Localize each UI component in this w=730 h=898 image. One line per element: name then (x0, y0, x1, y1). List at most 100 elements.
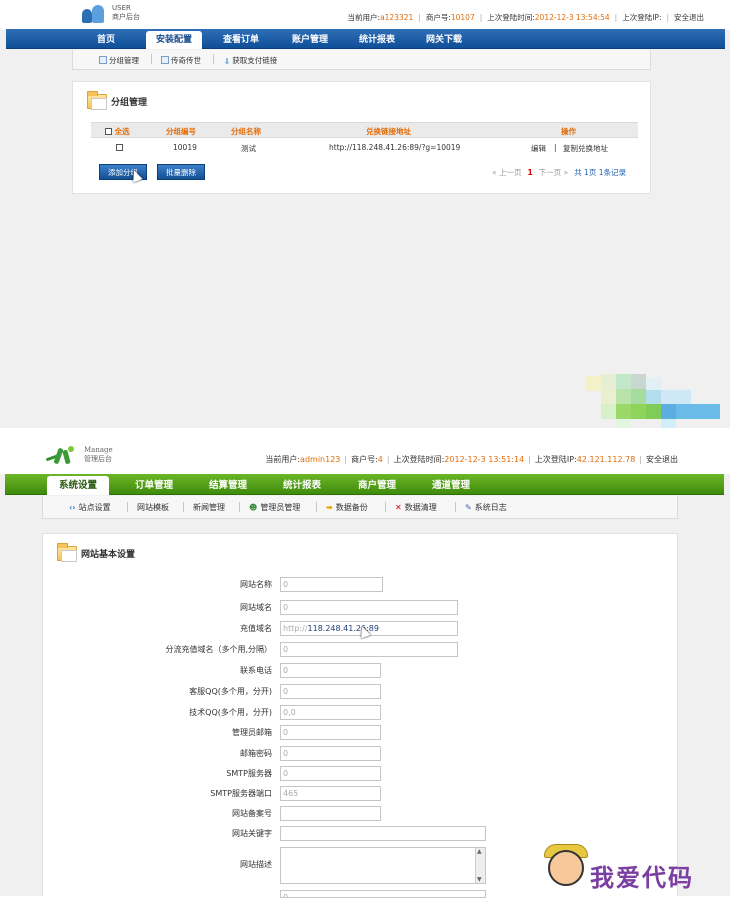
row-copy-url-link[interactable]: 复制兑换地址 (563, 143, 608, 154)
group-management-panel: 分组管理 全选 分组编号 分组名称 兑换链接地址 操作 10019 测试 htt… (72, 81, 651, 194)
subnav-data-backup[interactable]: ➡ 数据备份 (326, 502, 368, 513)
download-arrow-icon: ⇩ (224, 57, 231, 66)
admin-backend-screenshot: Manage 管理后台 当前用户:admin123 | 商户号:4 | 上次登陆时间:2… (0, 438, 730, 898)
table-row: 10019 测试 http://118.248.41.26:89/?g=1001… (91, 140, 638, 156)
merchant-value: 10107 (450, 13, 475, 22)
tab-account-management[interactable]: 账户管理 (279, 31, 341, 49)
keywords-input[interactable] (280, 826, 486, 841)
pager-next[interactable]: 下一页 » (539, 168, 568, 177)
last-login-value: 2012-12-3 13:54:54 (534, 13, 610, 22)
pager-current[interactable]: 1 (527, 168, 532, 177)
subnav-legend[interactable]: 传奇传世 (161, 55, 201, 66)
site-settings-panel: 网站基本设置 网站名称 0 网站域名 0 充值域名 http://118.248… (42, 533, 678, 898)
tab-order-management[interactable]: 订单管理 (123, 476, 185, 495)
merchant-value: 4 (377, 455, 383, 464)
field-label-recharge-domain: 充值域名 (240, 624, 272, 633)
log-icon: ✎ (465, 503, 472, 512)
users-icon: ☻ (249, 503, 258, 512)
tab-view-orders[interactable]: 查看订单 (213, 31, 269, 49)
row-group-name: 测试 (241, 144, 256, 153)
panel-title: 网站基本设置 (81, 550, 136, 560)
panel-title: 分组管理 (111, 98, 148, 108)
last-ip-value: 42.121.112.78 (576, 455, 636, 464)
row-checkbox[interactable] (116, 143, 123, 152)
row-group-id: 10019 (173, 143, 197, 152)
textarea-scrollbar[interactable] (475, 848, 485, 883)
sub-nav: ‹› 站点设置 网站模板 新闻管理 ☻ 管理员管理 ➡ 数据备份 ✕ 数据清理 ✎ 系统日… (42, 496, 678, 519)
site-name-input[interactable]: 0 (280, 577, 383, 592)
field-label-email-password: 邮箱密码 (240, 749, 272, 758)
logout-link[interactable]: 安全退出 (646, 455, 678, 464)
smtp-server-input[interactable]: 0 (280, 766, 381, 781)
row-exchange-url: http://118.248.41.26:89/?g=10019 (329, 143, 461, 152)
tab-install-config[interactable]: 安装配置 (146, 31, 202, 49)
field-label-smtp-port: SMTP服务器端口 (210, 789, 272, 798)
user-value: admin123 (300, 455, 341, 464)
split-domain-input[interactable]: 0 (280, 642, 458, 657)
tab-settlement-management[interactable]: 结算管理 (197, 476, 259, 495)
tech-qq-input[interactable]: 0,0 (280, 705, 381, 720)
tab-channel-management[interactable]: 通道管理 (420, 476, 482, 495)
main-nav: 系统设置 订单管理 结算管理 统计报表 商户管理 通道管理 (5, 474, 724, 495)
user-info-bar: 当前用户:admin123 | 商户号:4 | 上次登陆时间:2012-12-3 13:… (265, 455, 678, 464)
screenshot-divider (0, 428, 730, 438)
batch-delete-button[interactable]: 批量删除 (157, 164, 205, 180)
tab-merchant-management[interactable]: 商户管理 (346, 476, 408, 495)
tab-gateway-download[interactable]: 网关下载 (416, 31, 472, 49)
user-label: 当前用户: (347, 13, 381, 22)
user-value: a123321 (380, 13, 414, 22)
select-all-checkbox[interactable] (105, 128, 112, 135)
select-all[interactable]: 全选 (105, 126, 130, 137)
sub-nav: 分组管理 传奇传世 ⇩ 获取支付链接 (72, 50, 651, 70)
logout-link[interactable]: 安全退出 (674, 13, 704, 22)
subnav-get-payment-link[interactable]: ⇩ 获取支付链接 (224, 55, 277, 66)
runner-logo-icon (45, 446, 78, 466)
row-edit-link[interactable]: 编辑 (531, 143, 546, 154)
field-label-service-qq: 客服QQ(多个用，分开) (189, 687, 272, 696)
subnav-system-log[interactable]: ✎ 系统日志 (465, 502, 507, 513)
merchant-backend-screenshot: USER 商户后台 当前用户:a123321 | 商户号:10107 | 上次登陆时间:… (0, 0, 730, 434)
logo-line1: Manage (84, 446, 113, 454)
site-domain-input[interactable]: 0 (280, 600, 458, 615)
icp-input[interactable] (280, 806, 381, 821)
page-icon (161, 56, 169, 64)
header-group-name: 分组名称 (231, 127, 261, 136)
header-exchange-url: 兑换链接地址 (366, 127, 411, 136)
merchant-label: 商户号: (425, 13, 451, 22)
header-actions: 操作 (561, 127, 576, 136)
folder-icon (87, 91, 107, 110)
subnav-site-settings[interactable]: ‹› 站点设置 (69, 502, 111, 513)
subnav-templates[interactable]: 网站模板 (137, 502, 169, 513)
field-label-description: 网站描述 (240, 860, 272, 869)
last-login-label: 上次登陆时间: (393, 455, 445, 464)
subnav-news[interactable]: 新闻管理 (193, 502, 225, 513)
field-label-tech-qq: 技术QQ(多个用，分开) (189, 708, 272, 717)
field-label-split-domain: 分流充值域名（多个用,分隔） (165, 645, 272, 654)
next-field-input-partial[interactable]: 0 (280, 890, 486, 898)
field-label-icp: 网站备案号 (232, 809, 272, 818)
email-password-input[interactable]: 0 (280, 746, 381, 761)
table-header: 全选 分组编号 分组名称 兑换链接地址 操作 (91, 122, 638, 138)
tab-system-settings[interactable]: 系统设置 (47, 476, 109, 495)
tab-statistics[interactable]: 统计报表 (349, 31, 405, 49)
pager-prev[interactable]: « 上一页 (492, 168, 521, 177)
tab-statistics[interactable]: 统计报表 (271, 476, 333, 495)
admin-email-input[interactable]: 0 (280, 725, 381, 740)
page-icon (99, 56, 107, 64)
tab-home[interactable]: 首页 (78, 31, 134, 49)
phone-input[interactable]: 0 (280, 663, 381, 678)
code-icon: ‹› (69, 503, 76, 512)
subnav-data-cleanup[interactable]: ✕ 数据清理 (395, 502, 437, 513)
subnav-group-management[interactable]: 分组管理 (99, 55, 139, 66)
logo-line2: 商户后台 (112, 13, 140, 21)
main-nav: 首页 安装配置 查看订单 账户管理 统计报表 网关下载 (6, 29, 725, 49)
watermark-luffy-face-icon (548, 850, 584, 886)
subnav-admin-management[interactable]: ☻ 管理员管理 (249, 502, 300, 513)
field-label-smtp-server: SMTP服务器 (226, 769, 272, 778)
description-textarea[interactable] (280, 847, 486, 884)
field-label-keywords: 网站关键字 (232, 829, 272, 838)
smtp-port-input[interactable]: 465 (280, 786, 381, 801)
service-qq-input[interactable]: 0 (280, 684, 381, 699)
last-login-value: 2012-12-3 13:51:14 (444, 455, 525, 464)
last-ip-label: 上次登陆IP: (534, 455, 577, 464)
